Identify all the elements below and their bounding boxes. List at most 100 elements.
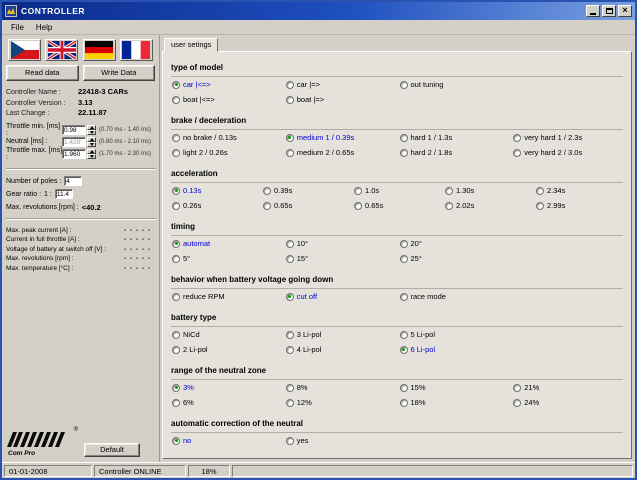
radio-option[interactable]: 18% [400,398,510,407]
radio-option[interactable]: 2 Li-pol [172,345,282,354]
radio-icon [286,346,294,354]
radio-option[interactable]: light 2 / 0.26s [172,148,282,157]
radio-label: 20° [411,239,422,248]
spinner[interactable] [87,125,96,135]
tab-user-settings[interactable]: user setings [164,38,218,52]
section-title: timing [171,222,195,231]
default-button[interactable]: Default [84,443,140,457]
radio-option[interactable]: 12% [286,398,396,407]
radio-option[interactable]: 20° [400,239,510,248]
radio-option[interactable]: hard 1 / 1.3s [400,133,510,142]
radio-label: 2.99s [547,201,565,210]
radio-icon [286,255,294,263]
spin-down-icon[interactable] [87,130,96,135]
radio-icon [513,134,521,142]
maximize-button[interactable] [602,5,616,17]
option-row: no brake / 0.13s medium 1 / 0.39s hard 1 /… [172,131,623,144]
poles-row: Number of poles : 4 [6,175,155,188]
spin-down-icon[interactable] [87,142,96,147]
radio-option[interactable]: 24% [513,398,623,407]
pulse-row: Throttle min. [ms] :0.98(0.70 ms - 1.40 … [6,124,155,136]
flag-french[interactable] [120,39,153,61]
radio-option[interactable]: race mode [400,292,510,301]
radio-option[interactable]: 25° [400,254,510,263]
radio-option[interactable]: 1.30s [445,186,532,195]
flag-czech[interactable] [8,39,41,61]
radio-icon [286,81,294,89]
radio-icon [172,149,180,157]
radio-option[interactable]: 0.65s [354,201,441,210]
radio-option[interactable]: 3% [172,383,282,392]
section-title: brake / deceleration [171,116,246,125]
radio-option[interactable]: medium 1 / 0.39s [286,133,396,142]
telemetry-row: Max. revolutions [rpm] :- - - - - [6,255,155,265]
gear-input[interactable]: 11.4 [55,189,73,199]
flag-uk[interactable] [45,39,78,61]
radio-option[interactable]: 15% [400,383,510,392]
value-input[interactable]: 0.98 [62,125,86,135]
info-label: Last Change : [6,110,78,117]
radio-option[interactable]: NiCd [172,330,282,339]
radio-label: 0.13s [183,186,201,195]
radio-option[interactable]: 0.26s [172,201,259,210]
radio-option[interactable]: no [172,436,282,445]
minimize-button[interactable] [586,5,600,17]
radio-option[interactable]: boat |<=> [172,95,282,104]
radio-option[interactable]: 0.13s [172,186,259,195]
settings-section: automatic correction of the neutralnoyes [171,412,623,447]
range-text: (1.70 ms - 2.30 ms) [99,151,151,157]
spin-down-icon[interactable] [87,154,96,159]
radio-option[interactable]: boat |=> [286,95,396,104]
write-data-button[interactable]: Write Data [83,65,156,81]
value-input[interactable]: 1.428 [62,137,86,147]
radio-option[interactable]: automat [172,239,282,248]
radio-option[interactable]: very hard 1 / 2.3s [513,133,623,142]
radio-option[interactable]: 1.0s [354,186,441,195]
radio-option[interactable]: hard 2 / 1.8s [400,148,510,157]
read-data-button[interactable]: Read data [6,65,79,81]
info-row: Last Change :22.11.87 [6,108,155,119]
radio-option[interactable]: 0.65s [263,201,350,210]
radio-option[interactable]: out tuning [400,80,510,89]
option-row: 3% 8% 15%21% [172,381,623,394]
radio-option[interactable]: 5 Li-pol [400,330,510,339]
radio-option[interactable]: reduce RPM [172,292,282,301]
radio-option[interactable]: very hard 2 / 3.0s [513,148,623,157]
radio-option[interactable]: car |=> [286,80,396,89]
spinner[interactable] [87,149,96,159]
menu-help[interactable]: Help [31,22,57,33]
telemetry-value: - - - - - [124,265,151,272]
spinner[interactable] [87,137,96,147]
menu-file[interactable]: File [6,22,29,33]
pulse-label: Throttle max. [ms] : [6,147,62,161]
radio-option[interactable]: 4 Li-pol [286,345,396,354]
radio-option[interactable]: 6% [172,398,282,407]
status-date: 01-01-2008 [4,465,92,477]
radio-option[interactable]: no brake / 0.13s [172,133,282,142]
radio-option[interactable]: 6 Li-pol [400,345,510,354]
radio-option[interactable]: 10° [286,239,396,248]
radio-option[interactable]: 2.99s [536,201,623,210]
flag-german[interactable] [83,39,116,61]
radio-option[interactable]: car |<=> [172,80,282,89]
info-value: 3.13 [78,98,93,107]
radio-label: 6% [183,398,194,407]
value-input[interactable]: 1.960 [62,149,86,159]
radio-option[interactable]: 5° [172,254,282,263]
radio-option[interactable]: 15° [286,254,396,263]
radio-option[interactable]: 21% [513,383,623,392]
radio-option[interactable]: 2.02s [445,201,532,210]
radio-option[interactable]: 8% [286,383,396,392]
radio-option[interactable]: cut off [286,292,396,301]
radio-option[interactable]: 2.34s [536,186,623,195]
radio-option[interactable]: 0.39s [263,186,350,195]
radio-option[interactable]: medium 2 / 0.65s [286,148,396,157]
telemetry-label: Current in full throttle [A] : [6,236,80,243]
radio-option[interactable]: yes [286,436,396,445]
poles-label: Number of poles : [6,178,61,185]
settings-section: battery typeNiCd3 Li-pol5 Li-pol2 Li-pol… [171,306,623,356]
option-row: boat |<=> boat |=> [172,93,623,106]
radio-option[interactable]: 3 Li-pol [286,330,396,339]
close-button[interactable]: × [618,5,632,17]
poles-input[interactable]: 4 [64,176,82,186]
